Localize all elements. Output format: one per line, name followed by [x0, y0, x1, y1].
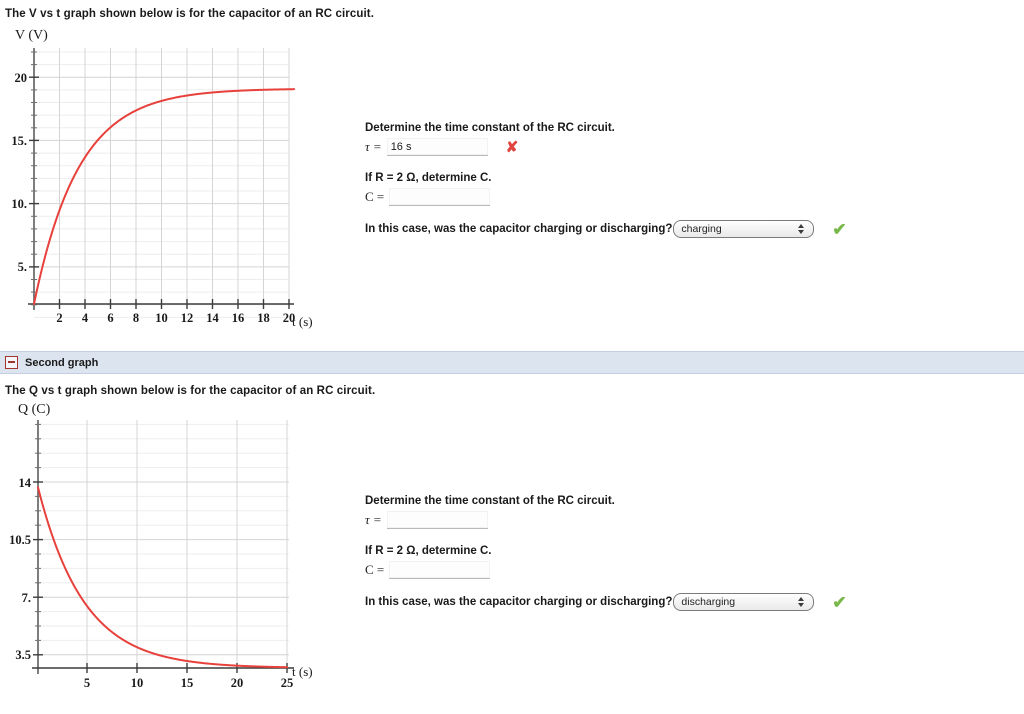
graph2-ytick-1: 10.5: [9, 533, 31, 547]
graph2-ytick-3: 3.5: [15, 648, 31, 662]
exercise-page: The V vs t graph shown below is for the …: [0, 0, 1024, 714]
graph2-tau-symbol: τ =: [365, 512, 382, 527]
graph1-xtick-3: 8: [133, 311, 139, 325]
graph2-c-input[interactable]: [389, 561, 491, 579]
updown-arrows-icon: [797, 222, 806, 236]
graph1-ytick-0: 20: [15, 71, 28, 85]
graph1-xtick-8: 18: [257, 311, 270, 325]
graph1-vgrid: [59, 48, 290, 304]
graph1-xtick-0: 2: [56, 311, 62, 325]
graph2-tau-row: τ =: [365, 511, 925, 529]
graph2-prompt: The Q vs t graph shown below is for the …: [5, 385, 376, 397]
graph1-c-input[interactable]: [389, 188, 491, 206]
graph1-charging-select[interactable]: charging: [673, 220, 815, 238]
graph2-tau-heading: Determine the time constant of the RC ci…: [365, 495, 615, 507]
graph2-minor-hgrid: [38, 423, 289, 641]
second-graph-section-bar[interactable]: Second graph: [0, 351, 1024, 374]
graph1-tau-heading: Determine the time constant of the RC ci…: [365, 122, 615, 134]
graph1-tau-symbol: τ =: [365, 139, 382, 154]
graph2-figure: Q (C) t (s) 14 10.5 7. 3.5 5 10 15 20 25: [0, 400, 340, 700]
graph2-c-heading: If R = 2 Ω, determine C.: [365, 545, 492, 557]
graph2-plot: 14 10.5 7. 3.5 5 10 15 20 25: [9, 420, 294, 690]
graph2-question-panel: Determine the time constant of the RC ci…: [365, 495, 925, 611]
graph1-xtick-4: 10: [155, 311, 168, 325]
graph2-xtick-2: 15: [181, 676, 194, 690]
updown-arrows-icon: [797, 595, 806, 609]
graph1-prompt: The V vs t graph shown below is for the …: [5, 8, 375, 20]
graph1-xtick-5: 12: [181, 311, 194, 325]
graph1-select-heading: In this case, was the capacitor charging…: [365, 223, 673, 235]
graph2-ytick-2: 7.: [22, 591, 31, 605]
graph2-select-heading: In this case, was the capacitor charging…: [365, 596, 673, 608]
graph1-tau-incorrect-icon: ✘: [505, 138, 519, 156]
graph2-select-row: In this case, was the capacitor charging…: [365, 593, 925, 611]
graph1-select-row: In this case, was the capacitor charging…: [365, 220, 925, 238]
graph1-xtick-2: 6: [107, 311, 113, 325]
graph1-select-correct-icon: ✔: [832, 219, 847, 239]
graph1-select-value: charging: [681, 223, 722, 235]
graph1-curve: [33, 88, 296, 305]
graph1-xtick-6: 14: [206, 311, 219, 325]
graph1-xtick-7: 16: [232, 311, 245, 325]
graph1-tau-row: τ = ✘: [365, 138, 925, 156]
graph1-tau-input[interactable]: [386, 138, 488, 156]
graph1-figure: V (V) t (s) 20 15. 10. 5. 2 4 6 8 10 12 …: [0, 26, 340, 329]
graph2-xtick-4: 25: [281, 676, 294, 690]
graph2-xtick-0: 5: [84, 676, 90, 690]
graph1-question-panel: Determine the time constant of the RC ci…: [365, 122, 925, 238]
graph1-ytick-1: 15.: [11, 134, 27, 148]
graph1-plot: 20 15. 10. 5. 2 4 6 8 10 12 14 16 18 20: [11, 48, 296, 325]
graph2-xtick-3: 20: [231, 676, 244, 690]
graph2-select-correct-icon: ✔: [832, 592, 847, 612]
graph1-xtick-9: 20: [283, 311, 296, 325]
graph1-c-row: C =: [365, 188, 925, 206]
graph2-charging-select[interactable]: discharging: [673, 593, 815, 611]
graph1-c-heading: If R = 2 Ω, determine C.: [365, 172, 492, 184]
graph2-select-value: discharging: [681, 596, 736, 608]
second-graph-section-title: Second graph: [25, 356, 99, 369]
graph2-tau-input[interactable]: [386, 511, 488, 529]
graph2-vgrid: [86, 420, 288, 668]
graph2-c-row: C =: [365, 561, 925, 579]
minus-icon[interactable]: [5, 356, 18, 369]
graph1-ytick-3: 5.: [18, 260, 27, 274]
graph1-ytick-2: 10.: [11, 197, 27, 211]
graph2-ytick-0: 14: [19, 476, 32, 490]
graph2-c-symbol: C =: [365, 562, 385, 577]
graph1-xtick-1: 4: [82, 311, 89, 325]
graph1-c-symbol: C =: [365, 189, 385, 204]
graph2-xtick-1: 10: [131, 676, 144, 690]
